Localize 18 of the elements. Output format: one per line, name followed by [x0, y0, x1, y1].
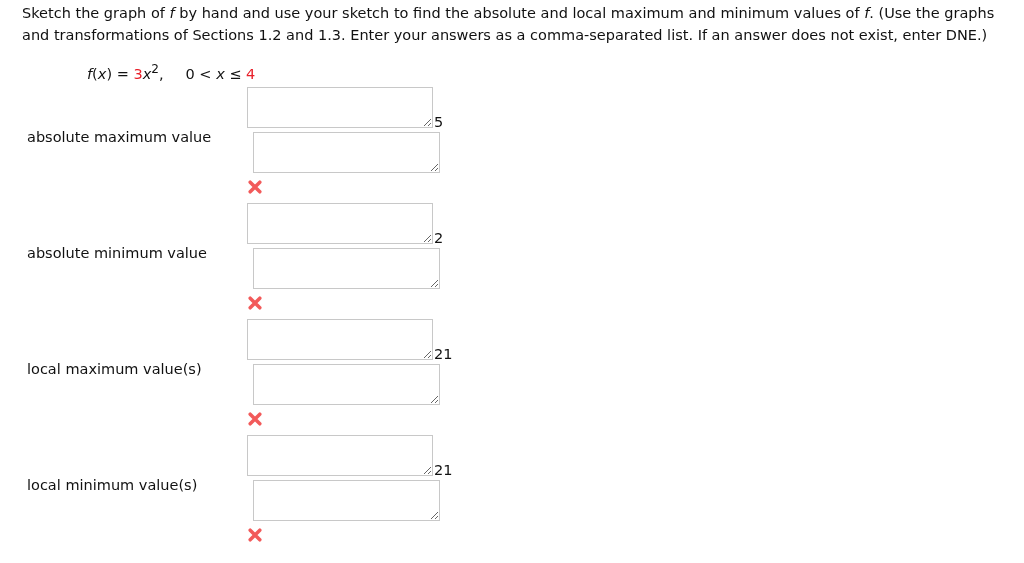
- answer-value: 5: [434, 114, 444, 130]
- answer-label: absolute maximum value: [27, 127, 213, 147]
- answer-value: 21: [434, 462, 453, 478]
- answer-box[interactable]: [253, 479, 440, 521]
- question-text: Sketch the graph of f by hand and use your sketch to find the absolute and local maximum and minimum values of f. (Use the graphs and transformations of Sections 1.2 and 1.3. Enter your answers as a comma-separated list. If an answer does not exist, enter DNE.): [21, 4, 996, 45]
- answer-box[interactable]: [247, 86, 433, 128]
- answer-box[interactable]: [253, 363, 440, 405]
- answer-label: absolute minimum value: [27, 243, 208, 263]
- answer-label: local maximum value(s): [27, 359, 203, 379]
- answer-box[interactable]: [253, 131, 440, 173]
- function-formula: f(x) = 3x$^{2}$, 0 < x ≤ 4: [87, 61, 257, 83]
- answer-label: local minimum value(s): [27, 475, 199, 495]
- answer-value: 21: [434, 346, 453, 362]
- answer-box[interactable]: [253, 247, 440, 289]
- answer-box[interactable]: [247, 434, 433, 476]
- answer-box[interactable]: [247, 318, 433, 360]
- answer-value: 2: [434, 230, 444, 246]
- answer-box[interactable]: [247, 202, 433, 244]
